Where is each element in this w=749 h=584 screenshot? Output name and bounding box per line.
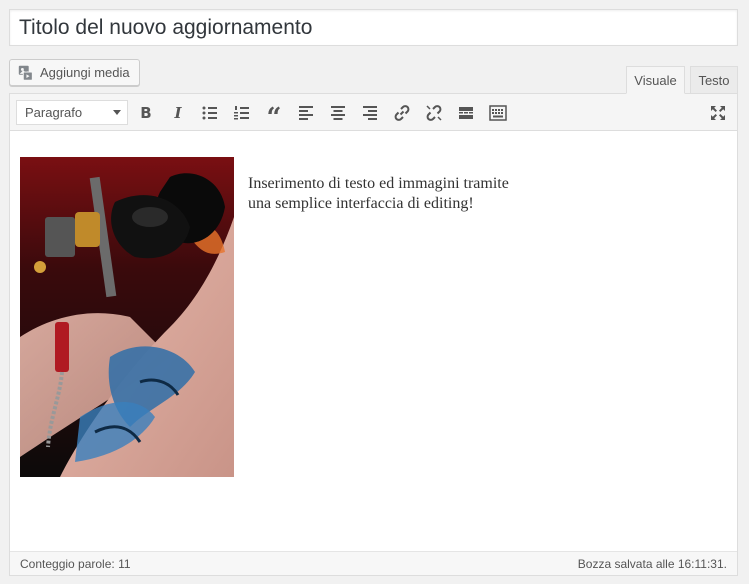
numbered-list-icon[interactable]	[229, 100, 255, 126]
align-left-icon[interactable]	[293, 100, 319, 126]
bold-icon[interactable]: B	[133, 100, 159, 126]
body-text-line-2: una semplice interfaccia di editing!	[248, 195, 474, 212]
bullet-list-icon[interactable]	[197, 100, 223, 126]
tattoo-photo[interactable]	[20, 157, 234, 477]
format-select-value: Paragrafo	[25, 105, 83, 120]
toolbar-toggle-icon[interactable]	[485, 100, 511, 126]
word-count: Conteggio parole: 11	[20, 557, 131, 571]
body-text-line-1: Inserimento di testo ed immagini tramite	[248, 175, 509, 192]
italic-icon[interactable]: I	[165, 100, 191, 126]
align-right-icon[interactable]	[357, 100, 383, 126]
unlink-icon[interactable]	[421, 100, 447, 126]
format-select[interactable]: Paragrafo	[16, 100, 128, 125]
align-center-icon[interactable]	[325, 100, 351, 126]
add-media-label: Aggiungi media	[40, 65, 130, 80]
fullscreen-icon[interactable]	[705, 100, 731, 126]
tattoo-photo-art	[20, 157, 234, 477]
add-media-button[interactable]: Aggiungi media	[9, 59, 140, 86]
post-title-input[interactable]: Titolo del nuovo aggiornamento	[9, 9, 738, 46]
tab-text[interactable]: Testo	[690, 66, 738, 94]
editor: Paragrafo B I “ Inserimento di testo ed …	[9, 93, 738, 576]
body-text: Inserimento di testo ed immagini tramite…	[248, 174, 568, 214]
editor-content[interactable]: Inserimento di testo ed immagini tramite…	[10, 132, 737, 551]
autosave-status: Bozza salvata alle 16:11:31.	[577, 557, 727, 571]
add-media-icon	[18, 65, 33, 81]
status-bar: Conteggio parole: 11 Bozza salvata alle …	[10, 551, 737, 575]
read-more-icon[interactable]	[453, 100, 479, 126]
tab-visual-label: Visuale	[634, 72, 677, 88]
tab-visual[interactable]: Visuale	[626, 66, 685, 94]
link-icon[interactable]	[389, 100, 415, 126]
editor-toolbar: Paragrafo B I “	[10, 94, 737, 131]
blockquote-icon[interactable]: “	[261, 100, 287, 131]
chevron-down-icon	[113, 110, 121, 115]
tab-text-label: Testo	[698, 72, 730, 88]
